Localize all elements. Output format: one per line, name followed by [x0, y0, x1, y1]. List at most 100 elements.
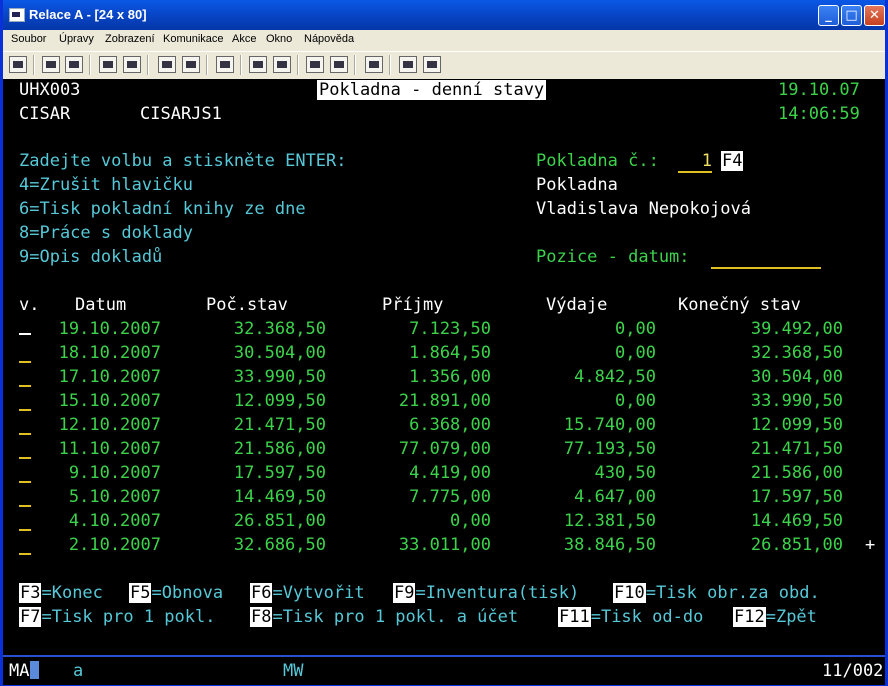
cell-expense: 0,00 [615, 343, 656, 363]
option-8: 8=Práce s doklady [19, 223, 193, 243]
cell-end-balance: 30.504,00 [750, 367, 843, 387]
fkey-f11[interactable]: F11=Tisk od-do [558, 607, 703, 627]
status-cursor [30, 661, 40, 679]
playback-icon[interactable] [306, 56, 324, 73]
display-icon[interactable] [158, 56, 176, 73]
cell-income: 1.864,50 [409, 343, 491, 363]
record-stop-icon[interactable] [273, 56, 291, 73]
globe-icon[interactable] [399, 56, 417, 73]
fkey-f3-key: F3 [19, 583, 42, 603]
minimize-button[interactable]: _ [818, 5, 839, 26]
register-input[interactable]: 1 [678, 151, 712, 173]
paste-icon[interactable] [65, 56, 83, 73]
fkey-f10[interactable]: F10=Tisk obr.za obd. [613, 583, 820, 603]
cell-date: 5.10.2007 [68, 487, 161, 507]
fkey-f9-label: =Inventura(tisk) [415, 583, 580, 603]
position-date-label: Pozice - datum: [536, 247, 690, 267]
toolbar-separator [206, 55, 208, 75]
fkey-f5[interactable]: F5=Obnova [129, 583, 223, 603]
toolbar-separator [354, 55, 356, 75]
cell-income: 4.419,00 [409, 463, 491, 483]
cell-start-balance: 32.686,50 [233, 535, 326, 555]
fkey-f6[interactable]: F6=Vytvořit [250, 583, 365, 603]
copy-icon[interactable] [42, 56, 60, 73]
status-cursor-position: 11/002 [822, 661, 884, 681]
program-id: UHX003 [19, 80, 81, 100]
cell-end-balance: 17.597,50 [750, 487, 843, 507]
cell-income: 7.775,00 [409, 487, 491, 507]
toolbar-separator [240, 55, 242, 75]
menu-okno[interactable]: Okno [266, 33, 292, 45]
display2-icon[interactable] [182, 56, 200, 73]
col-header-v: v. [19, 295, 40, 315]
screen-title: Pokladna - denní stavy [317, 80, 547, 100]
record-start-icon[interactable] [249, 56, 267, 73]
system-time: 14:06:59 [778, 104, 860, 124]
transfer-send-icon[interactable] [99, 56, 117, 73]
emulator-window: Relace A - [24 x 80] _ □ ✕ Soubor Úpravy… [0, 0, 888, 686]
system-date: 19.10.07 [778, 80, 860, 100]
instruction-header: Zadejte volbu a stiskněte ENTER: [19, 151, 347, 171]
fkey-f7[interactable]: F7=Tisk pro 1 pokl. [19, 607, 215, 627]
chart-icon[interactable] [216, 56, 234, 73]
tag-icon[interactable] [423, 56, 441, 73]
user-name: CISAR [19, 104, 71, 124]
cell-date: 11.10.2007 [58, 439, 161, 459]
cell-end-balance: 39.492,00 [750, 319, 843, 339]
clipboard-icon[interactable] [365, 56, 383, 73]
cell-expense: 4.647,00 [574, 487, 656, 507]
close-button[interactable]: ✕ [864, 5, 885, 26]
toolbar-separator [297, 55, 299, 75]
status-mode: MA [9, 661, 40, 681]
register-name-label: Pokladna [536, 175, 618, 195]
menu-komunikace[interactable]: Komunikace [163, 33, 224, 45]
toolbar-separator [389, 55, 391, 75]
playback2-icon[interactable] [330, 56, 348, 73]
fkey-f8[interactable]: F8=Tisk pro 1 pokl. a účet [250, 607, 518, 627]
send-icon[interactable] [9, 56, 27, 73]
col-header-expense: Výdaje [546, 295, 608, 315]
maximize-button[interactable]: □ [841, 5, 862, 26]
fkey-f8-label: =Tisk pro 1 pokl. a účet [272, 607, 519, 627]
option-4: 4=Zrušit hlavičku [19, 175, 193, 195]
fkey-f12-key: F12 [733, 607, 766, 627]
transfer-receive-icon[interactable] [123, 56, 141, 73]
status-mw: MW [283, 661, 304, 681]
terminal-screen[interactable]: UHX003 Pokladna - denní stavy 19.10.07 C… [3, 79, 885, 655]
menu-upravy[interactable]: Úpravy [59, 33, 94, 45]
title-bar[interactable]: Relace A - [24 x 80] _ □ ✕ [3, 0, 885, 30]
cell-start-balance: 30.504,00 [233, 343, 326, 363]
toolbar-separator [33, 55, 35, 75]
cell-end-balance: 33.990,50 [750, 391, 843, 411]
register-f4-key[interactable]: F4 [721, 151, 744, 171]
cell-end-balance: 32.368,50 [750, 343, 843, 363]
option-6: 6=Tisk pokladní knihy ze dne [19, 199, 306, 219]
fkey-f9[interactable]: F9=Inventura(tisk) [393, 583, 579, 603]
toolbar [3, 51, 885, 80]
position-date-input[interactable] [711, 247, 821, 269]
fkey-f10-label: =Tisk obr.za obd. [645, 583, 820, 603]
app-icon[interactable] [9, 8, 25, 22]
menu-napoveda[interactable]: Nápověda [304, 33, 354, 45]
status-indicator: a [73, 661, 84, 681]
menu-akce[interactable]: Akce [232, 33, 256, 45]
cell-start-balance: 17.597,50 [233, 463, 326, 483]
status-bar: MA a MW 11/002 [3, 655, 885, 685]
cell-expense: 15.740,00 [563, 415, 656, 435]
cell-start-balance: 32.368,50 [233, 319, 326, 339]
cell-expense: 38.846,50 [563, 535, 656, 555]
cell-income: 21.891,00 [398, 391, 491, 411]
cell-income: 77.079,00 [398, 439, 491, 459]
menu-zobrazeni[interactable]: Zobrazení [105, 33, 155, 45]
cell-date: 9.10.2007 [68, 463, 161, 483]
cell-end-balance: 21.471,50 [750, 439, 843, 459]
cell-expense: 0,00 [615, 319, 656, 339]
fkey-f12[interactable]: F12=Zpět [733, 607, 817, 627]
menu-soubor[interactable]: Soubor [11, 33, 46, 45]
cell-start-balance: 14.469,50 [233, 487, 326, 507]
cell-expense: 4.842,50 [574, 367, 656, 387]
col-header-income: Příjmy [382, 295, 444, 315]
menu-bar: Soubor Úpravy Zobrazení Komunikace Akce … [3, 30, 885, 50]
fkey-f3[interactable]: F3=Konec [19, 583, 103, 603]
cell-income: 1.356,00 [409, 367, 491, 387]
